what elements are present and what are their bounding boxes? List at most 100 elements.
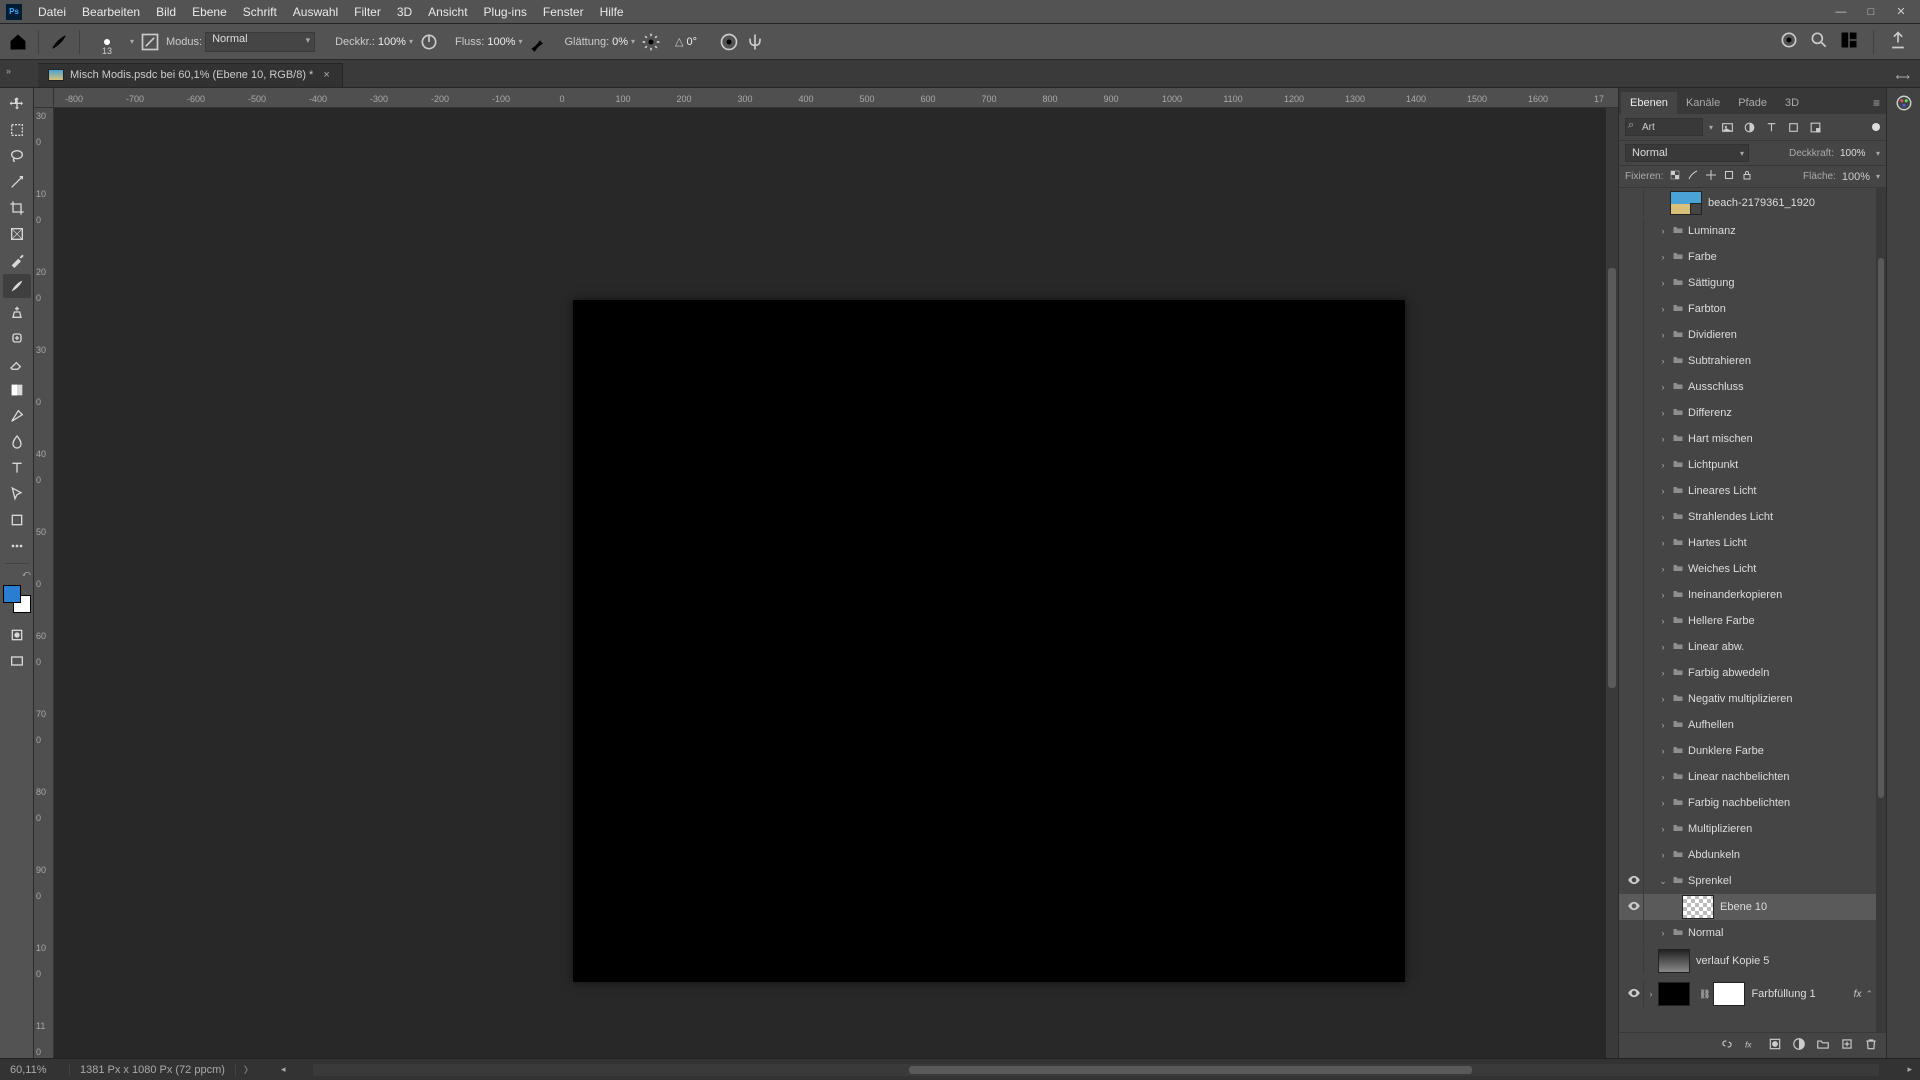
disclosure-icon[interactable]: › bbox=[1656, 408, 1670, 418]
layer-group[interactable]: ›Lineares Licht bbox=[1619, 478, 1876, 504]
menu-filter[interactable]: Filter bbox=[346, 5, 389, 19]
new-group-icon[interactable] bbox=[1816, 1037, 1830, 1054]
layer-opacity-value[interactable]: 100% bbox=[1840, 148, 1870, 159]
disclosure-icon[interactable]: › bbox=[1656, 772, 1670, 782]
gradient-tool[interactable] bbox=[3, 378, 31, 402]
layer-name[interactable]: Normal bbox=[1688, 927, 1876, 939]
layer-row[interactable]: beach-2179361_1920 bbox=[1619, 188, 1876, 218]
layer-group[interactable]: ›Subtrahieren bbox=[1619, 348, 1876, 374]
fill-dropdown-icon[interactable]: ▾ bbox=[1876, 172, 1880, 181]
cloud-docs-icon[interactable] bbox=[1779, 30, 1799, 50]
menu-hilfe[interactable]: Hilfe bbox=[592, 5, 632, 19]
fx-expand-icon[interactable]: ⌃ bbox=[1865, 989, 1873, 1000]
document-tab[interactable]: Misch Modis.psdc bei 60,1% (Ebene 10, RG… bbox=[38, 63, 343, 87]
layer-name[interactable]: Sprenkel bbox=[1688, 875, 1876, 887]
mask-link-icon[interactable]: ⛓ bbox=[1699, 989, 1710, 1000]
layers-scrollbar[interactable] bbox=[1876, 188, 1886, 1032]
layer-name[interactable]: Multiplizieren bbox=[1688, 823, 1876, 835]
status-chevron-icon[interactable]: 〉 bbox=[236, 1063, 261, 1076]
menu-3d[interactable]: 3D bbox=[389, 5, 420, 19]
flow-dropdown-icon[interactable]: ▾ bbox=[518, 37, 522, 46]
tab-expand-icon[interactable]: » bbox=[6, 66, 11, 76]
disclosure-icon[interactable]: › bbox=[1656, 356, 1670, 366]
home-icon[interactable] bbox=[8, 32, 28, 52]
brush-preset-picker[interactable]: 13 bbox=[90, 28, 124, 56]
layer-group[interactable]: ›Farbig nachbelichten bbox=[1619, 790, 1876, 816]
layer-group[interactable]: ›Farbton bbox=[1619, 296, 1876, 322]
layer-row[interactable]: verlauf Kopie 5 bbox=[1619, 946, 1876, 976]
healing-tool[interactable] bbox=[3, 326, 31, 350]
layer-group[interactable]: ›Hart mischen bbox=[1619, 426, 1876, 452]
disclosure-icon[interactable]: › bbox=[1656, 538, 1670, 548]
layer-name[interactable]: Hellere Farbe bbox=[1688, 615, 1876, 627]
brush-tool-icon[interactable] bbox=[49, 32, 69, 52]
disclosure-icon[interactable]: › bbox=[1656, 720, 1670, 730]
layer-name[interactable]: Farbe bbox=[1688, 251, 1876, 263]
shape-tool[interactable] bbox=[3, 508, 31, 532]
more-tools[interactable] bbox=[3, 534, 31, 558]
wand-tool[interactable] bbox=[3, 170, 31, 194]
pressure-size-icon[interactable] bbox=[719, 32, 739, 52]
layer-group[interactable]: › Multiplizieren bbox=[1619, 816, 1876, 842]
disclosure-icon[interactable]: › bbox=[1656, 642, 1670, 652]
menu-bild[interactable]: Bild bbox=[148, 5, 184, 19]
eyedropper-tool[interactable] bbox=[3, 248, 31, 272]
tab-ebenen[interactable]: Ebenen bbox=[1621, 92, 1677, 114]
blend-mode-select[interactable]: Normal bbox=[205, 32, 315, 52]
layer-group[interactable]: ›Aufhellen bbox=[1619, 712, 1876, 738]
layer-name[interactable]: verlauf Kopie 5 bbox=[1696, 955, 1876, 967]
layer-name[interactable]: Ineinanderkopieren bbox=[1688, 589, 1876, 601]
disclosure-icon[interactable]: › bbox=[1656, 564, 1670, 574]
layer-name[interactable]: Dividieren bbox=[1688, 329, 1876, 341]
layer-group[interactable]: ›Dividieren bbox=[1619, 322, 1876, 348]
disclosure-icon[interactable]: › bbox=[1656, 434, 1670, 444]
artboard[interactable] bbox=[573, 300, 1405, 982]
lasso-tool[interactable] bbox=[3, 144, 31, 168]
disclosure-icon[interactable]: › bbox=[1656, 304, 1670, 314]
layer-thumbnail[interactable] bbox=[1670, 191, 1702, 215]
swap-colors-icon[interactable]: ⤺ bbox=[22, 569, 31, 579]
smoothing-value[interactable]: 0% bbox=[612, 36, 628, 48]
document-info[interactable]: 1381 Px x 1080 Px (72 ppcm) bbox=[70, 1064, 236, 1076]
move-tool[interactable] bbox=[3, 92, 31, 116]
layer-name[interactable]: Farbfüllung 1 bbox=[1751, 988, 1853, 1000]
color-swatches[interactable] bbox=[3, 585, 31, 613]
flow-value[interactable]: 100% bbox=[487, 36, 515, 48]
layer-name[interactable]: Sättigung bbox=[1688, 277, 1876, 289]
layer-name[interactable]: Weiches Licht bbox=[1688, 563, 1876, 575]
minimize-button[interactable]: — bbox=[1834, 5, 1848, 19]
disclosure-icon[interactable]: › bbox=[1656, 824, 1670, 834]
close-button[interactable]: ✕ bbox=[1894, 5, 1908, 19]
layer-group[interactable]: › Normal bbox=[1619, 920, 1876, 946]
menu-fenster[interactable]: Fenster bbox=[535, 5, 592, 19]
canvas-scrollbar-vertical[interactable] bbox=[1606, 108, 1618, 1058]
layer-group[interactable]: ›Abdunkeln bbox=[1619, 842, 1876, 868]
disclosure-icon[interactable]: › bbox=[1656, 252, 1670, 262]
layer-group[interactable]: ›Negativ multiplizieren bbox=[1619, 686, 1876, 712]
pen-tool[interactable] bbox=[3, 404, 31, 428]
layer-group[interactable]: ›Farbig abwedeln bbox=[1619, 660, 1876, 686]
layer-group[interactable]: ⌄ Sprenkel bbox=[1619, 868, 1876, 894]
hscroll-right-icon[interactable]: ▸ bbox=[1899, 1064, 1920, 1075]
fill-value[interactable]: 100% bbox=[1842, 171, 1870, 183]
filter-shape-icon[interactable] bbox=[1785, 119, 1801, 135]
adjustment-icon[interactable] bbox=[1792, 1037, 1806, 1054]
layer-search-input[interactable] bbox=[1625, 118, 1703, 136]
tab-3d[interactable]: 3D bbox=[1776, 92, 1808, 114]
menu-datei[interactable]: Datei bbox=[30, 5, 74, 19]
path-select-tool[interactable] bbox=[3, 482, 31, 506]
menu-plug-ins[interactable]: Plug-ins bbox=[476, 5, 535, 19]
workspace-icon[interactable] bbox=[1839, 30, 1859, 50]
disclosure-icon[interactable]: › bbox=[1656, 668, 1670, 678]
disclosure-icon[interactable]: ⌄ bbox=[1656, 876, 1670, 887]
disclosure-icon[interactable]: › bbox=[1656, 928, 1670, 938]
disclosure-icon[interactable]: › bbox=[1656, 746, 1670, 756]
layer-name[interactable]: Hartes Licht bbox=[1688, 537, 1876, 549]
layer-group[interactable]: ›Hellere Farbe bbox=[1619, 608, 1876, 634]
brush-dropdown-icon[interactable]: ▾ bbox=[130, 37, 134, 46]
layer-opacity-dropdown-icon[interactable]: ▾ bbox=[1876, 149, 1880, 158]
layer-group[interactable]: ›Linear abw. bbox=[1619, 634, 1876, 660]
clone-tool[interactable] bbox=[3, 300, 31, 324]
tab-pfade[interactable]: Pfade bbox=[1729, 92, 1776, 114]
disclosure-icon[interactable]: › bbox=[1656, 382, 1670, 392]
